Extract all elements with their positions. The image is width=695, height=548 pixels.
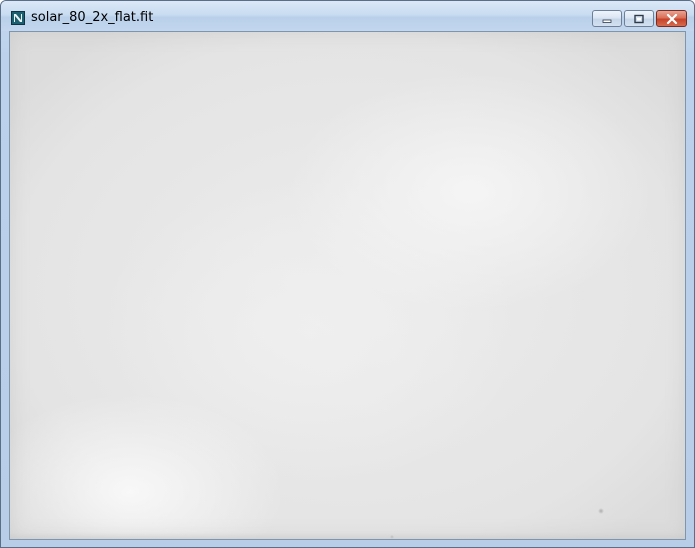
image-canvas[interactable] [9, 31, 686, 540]
image-bottom-edge [10, 533, 685, 539]
window-title: solar_80_2x_flat.fit [31, 10, 154, 25]
app-icon[interactable] [11, 10, 25, 25]
close-button[interactable] [656, 10, 687, 27]
image-window[interactable]: solar_80_2x_flat.fit [0, 0, 695, 548]
title-bar[interactable]: solar_80_2x_flat.fit [1, 1, 694, 31]
dust-speck [598, 508, 604, 514]
image-vignette [10, 32, 685, 539]
minimize-button[interactable] [592, 10, 622, 27]
maximize-button[interactable] [624, 10, 654, 27]
caption-buttons [592, 10, 687, 27]
